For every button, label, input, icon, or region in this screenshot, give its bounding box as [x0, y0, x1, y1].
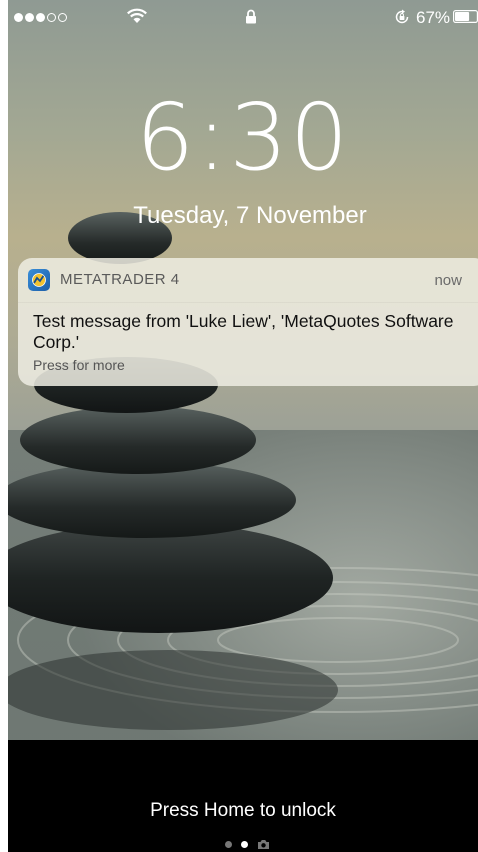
status-bar: 67%	[8, 0, 478, 36]
notification-message: Test message from 'Luke Liew', 'MetaQuot…	[33, 311, 454, 352]
press-home-to-unlock: Press Home to unlock	[150, 800, 336, 821]
lock-screen: 67% 6:30 Tuesday, 7 November METATRADER …	[8, 0, 478, 852]
camera-icon[interactable]	[257, 839, 270, 850]
orientation-lock-icon	[395, 9, 409, 24]
page-dot[interactable]	[225, 841, 232, 848]
notification-action-hint: Press for more	[33, 357, 125, 373]
battery-icon	[453, 10, 478, 23]
notification-app-name: METATRADER 4	[60, 271, 180, 288]
push-notification[interactable]: METATRADER 4 now Test message from 'Luke…	[18, 258, 478, 386]
battery-percentage: 67%	[416, 8, 451, 27]
metatrader-app-icon	[28, 269, 50, 291]
lock-screen-time: 6:30	[135, 84, 351, 191]
padlock-icon	[246, 9, 256, 24]
page-dot-active[interactable]	[241, 841, 248, 848]
wifi-icon	[127, 8, 147, 23]
notification-time: now	[434, 272, 462, 289]
lock-screen-date: Tuesday, 7 November	[133, 202, 367, 229]
cellular-signal-icon	[14, 13, 67, 22]
notification-header: METATRADER 4 now	[18, 258, 478, 303]
page-indicator	[225, 839, 270, 850]
